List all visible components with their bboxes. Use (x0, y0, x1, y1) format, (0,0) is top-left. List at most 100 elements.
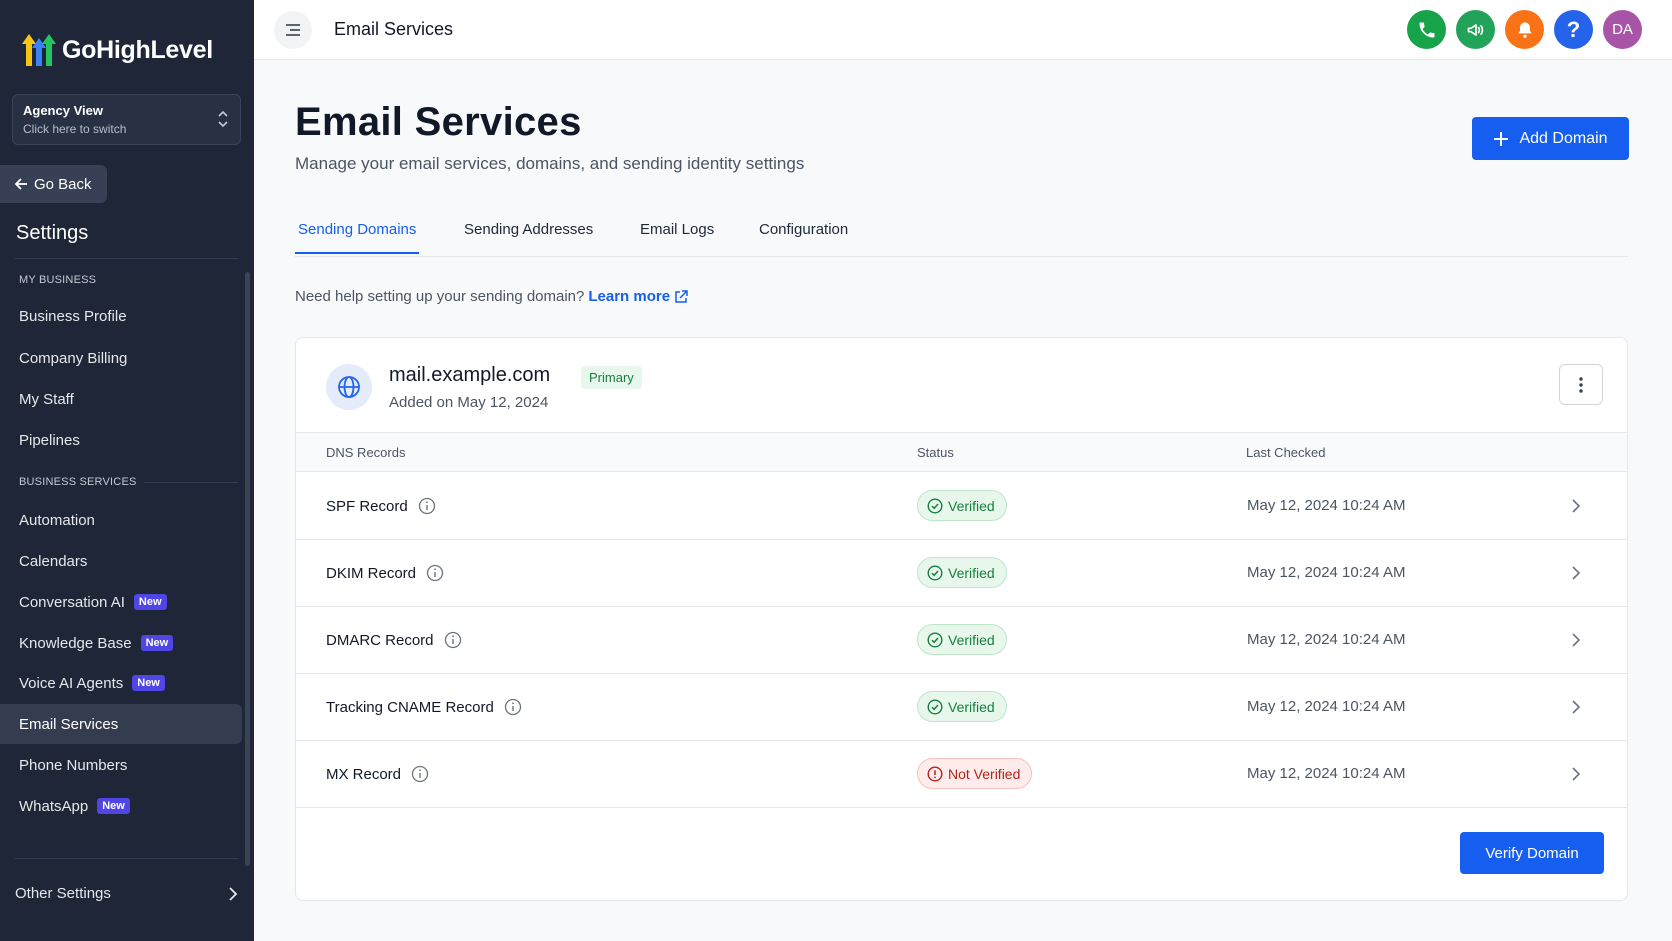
tab-sending-domains[interactable]: Sending Domains (295, 221, 420, 254)
sidebar-item-label: Knowledge Base (19, 634, 132, 652)
divider (144, 482, 238, 483)
question-icon: ? (1566, 16, 1581, 42)
new-badge: New (133, 594, 167, 610)
sidebar-item-phone-numbers[interactable]: Phone Numbers (0, 745, 242, 785)
announcements-button[interactable] (1456, 10, 1495, 49)
sidebar-item-voice-ai-agents[interactable]: Voice AI Agents New (0, 663, 242, 703)
alert-circle-icon (927, 765, 943, 782)
info-icon[interactable] (411, 765, 429, 783)
phone-button[interactable] (1407, 10, 1446, 49)
sidebar-item-label: Calendars (19, 552, 88, 570)
other-settings-item[interactable]: Other Settings (15, 885, 238, 902)
sidebar-scrollbar[interactable] (245, 272, 250, 866)
table-row[interactable]: SPF Record Verified May 12, 2024 10:24 A… (296, 473, 1627, 540)
chevron-right-icon (229, 886, 238, 901)
help-text: Need help setting up your sending domain… (295, 288, 688, 305)
sidebar-item-label: WhatsApp (19, 797, 89, 815)
chevron-right-icon[interactable] (1571, 699, 1581, 715)
record-name-cell: DKIM Record (326, 564, 444, 582)
sidebar-item-label: Pipelines (19, 431, 80, 449)
menu-toggle-button[interactable] (274, 11, 312, 49)
check-circle-icon (927, 497, 943, 514)
sidebar-item-label: Business Profile (19, 307, 127, 325)
topbar: Email Services ? DA (254, 0, 1672, 60)
chevron-updown-icon (218, 110, 228, 128)
domain-added-date: Added on May 12, 2024 (389, 394, 549, 411)
menu-icon (286, 24, 300, 36)
sidebar-item-label: Voice AI Agents (19, 674, 124, 692)
domain-more-button[interactable] (1559, 364, 1603, 405)
help-button[interactable]: ? (1554, 10, 1593, 49)
sidebar-item-label: Automation (19, 511, 95, 529)
go-back-button[interactable]: Go Back (0, 165, 107, 203)
status-label: Not Verified (948, 765, 1021, 782)
sidebar-item-whatsapp[interactable]: WhatsApp New (0, 786, 242, 826)
verify-domain-button[interactable]: Verify Domain (1460, 832, 1604, 874)
record-name: DMARC Record (326, 631, 434, 649)
info-icon[interactable] (418, 497, 436, 515)
sidebar-item-label: Conversation AI (19, 593, 125, 611)
agency-subtitle: Click here to switch (23, 122, 127, 136)
sidebar-item-pipelines[interactable]: Pipelines (0, 420, 242, 460)
phone-icon (1419, 22, 1434, 37)
table-row[interactable]: Tracking CNAME Record Verified May 12, 2… (296, 674, 1627, 741)
brand-name: GoHighLevel (62, 35, 213, 64)
check-circle-icon (927, 564, 943, 581)
chevron-right-icon[interactable] (1571, 498, 1581, 514)
info-icon[interactable] (504, 698, 522, 716)
learn-more-link[interactable]: Learn more (588, 288, 670, 305)
tabs: Sending Domains Sending Addresses Email … (295, 210, 1628, 257)
external-link-icon[interactable] (674, 289, 688, 304)
record-name: SPF Record (326, 497, 408, 515)
col-last-checked: Last Checked (1246, 445, 1326, 460)
col-status: Status (917, 445, 954, 460)
sidebar-item-business-profile[interactable]: Business Profile (0, 296, 242, 336)
chevron-right-icon[interactable] (1571, 632, 1581, 648)
sidebar: GoHighLevel Agency View Click here to sw… (0, 0, 254, 941)
status-badge: Verified (917, 557, 1007, 588)
sidebar-item-conversation-ai[interactable]: Conversation AI New (0, 582, 242, 622)
record-name-cell: DMARC Record (326, 631, 462, 649)
last-checked: May 12, 2024 10:24 AM (1247, 497, 1406, 514)
topbar-title: Email Services (334, 19, 454, 39)
sidebar-item-my-staff[interactable]: My Staff (0, 379, 242, 419)
last-checked: May 12, 2024 10:24 AM (1247, 631, 1406, 648)
arrow-left-icon (14, 178, 27, 190)
status-label: Verified (948, 698, 995, 715)
globe-icon (326, 364, 372, 410)
agency-switcher[interactable]: Agency View Click here to switch (12, 94, 241, 145)
brand-logo[interactable]: GoHighLevel (20, 30, 213, 70)
logo-arrows-icon (20, 30, 58, 70)
add-domain-button[interactable]: Add Domain (1472, 117, 1629, 160)
info-icon[interactable] (426, 564, 444, 582)
record-name-cell: Tracking CNAME Record (326, 698, 522, 716)
sidebar-item-automation[interactable]: Automation (0, 500, 242, 540)
status-badge: Verified (917, 691, 1007, 722)
chevron-right-icon[interactable] (1571, 766, 1581, 782)
table-row[interactable]: DMARC Record Verified May 12, 2024 10:24… (296, 607, 1627, 674)
table-row[interactable]: DKIM Record Verified May 12, 2024 10:24 … (296, 540, 1627, 607)
sidebar-item-knowledge-base[interactable]: Knowledge Base New (0, 623, 242, 663)
agency-title: Agency View (23, 103, 103, 118)
sidebar-item-email-services[interactable]: Email Services (0, 704, 242, 744)
topbar-actions: ? DA (1407, 10, 1642, 49)
sidebar-item-company-billing[interactable]: Company Billing (0, 338, 242, 378)
avatar-initials: DA (1612, 21, 1633, 38)
record-name: MX Record (326, 765, 402, 783)
tab-configuration[interactable]: Configuration (759, 221, 848, 252)
avatar[interactable]: DA (1603, 10, 1642, 49)
info-icon[interactable] (444, 631, 462, 649)
tab-sending-addresses[interactable]: Sending Addresses (464, 221, 593, 252)
help-question: Need help setting up your sending domain… (295, 288, 585, 305)
table-row[interactable]: MX Record Not Verified May 12, 2024 10:2… (296, 741, 1627, 808)
page-title: Email Services (295, 100, 582, 144)
last-checked: May 12, 2024 10:24 AM (1247, 765, 1406, 782)
chevron-right-icon[interactable] (1571, 565, 1581, 581)
dns-table-header: DNS Records Status Last Checked (296, 432, 1627, 472)
section-my-business: MY BUSINESS (19, 274, 97, 286)
record-name-cell: SPF Record (326, 497, 436, 515)
sidebar-item-calendars[interactable]: Calendars (0, 541, 242, 581)
tab-email-logs[interactable]: Email Logs (640, 221, 714, 252)
new-badge: New (97, 798, 130, 814)
notifications-button[interactable] (1505, 10, 1544, 49)
